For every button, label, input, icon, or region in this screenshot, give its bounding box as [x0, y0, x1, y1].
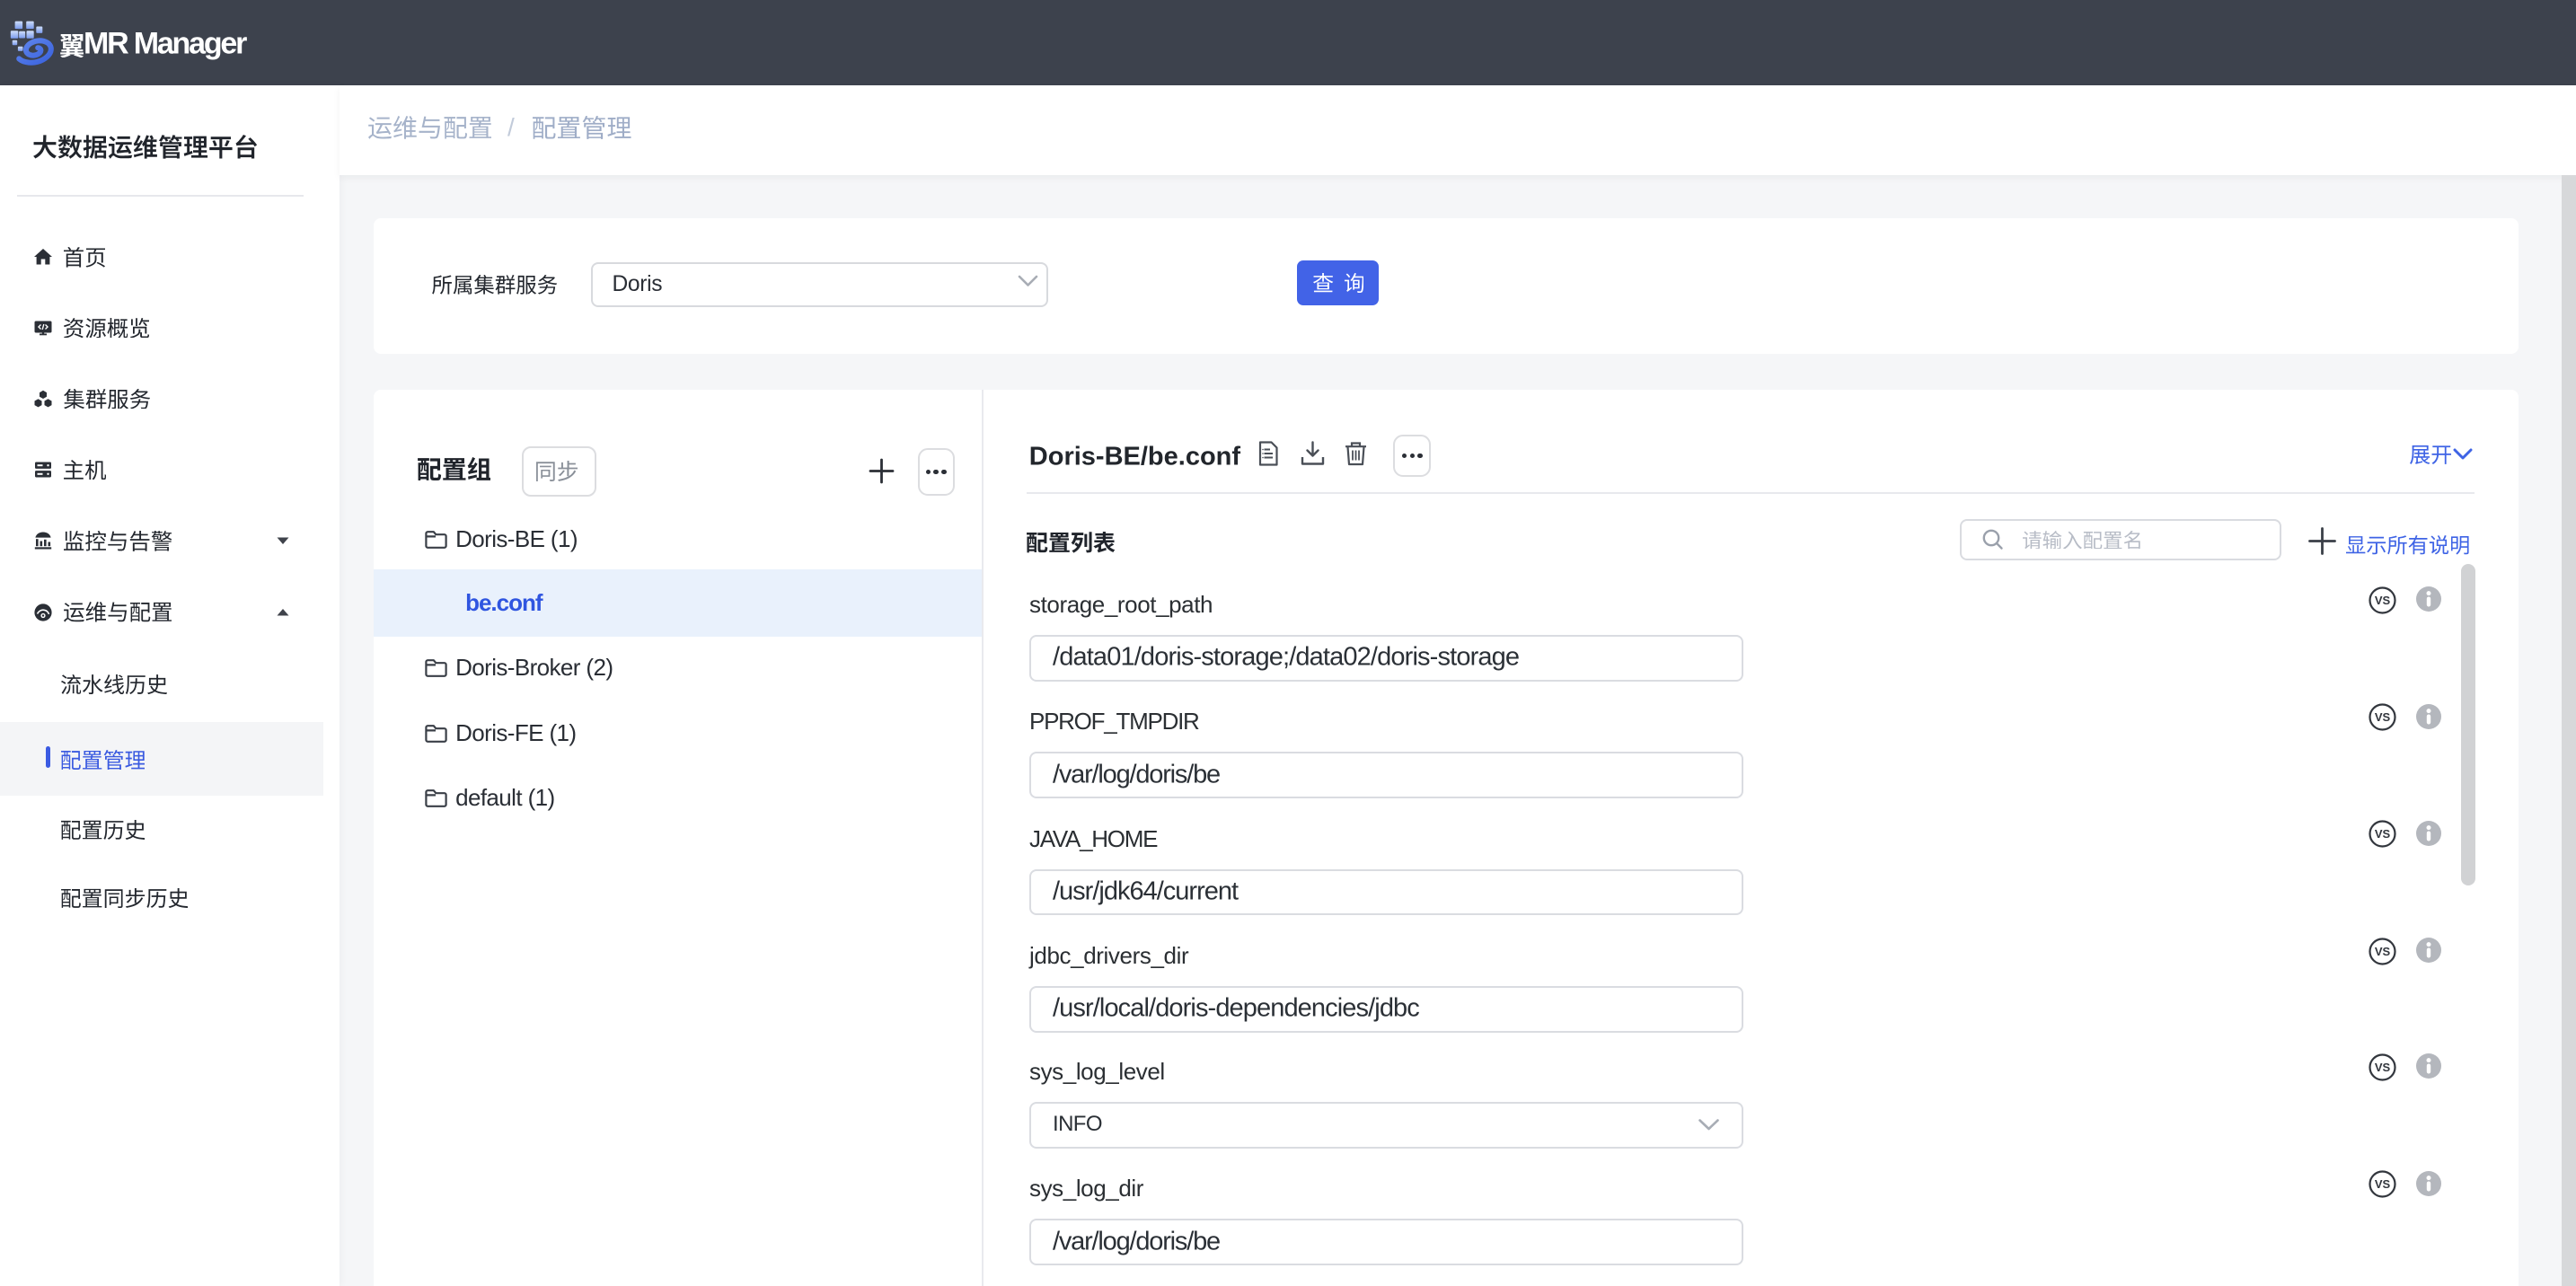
- svg-text:VS: VS: [2374, 827, 2390, 841]
- svg-text:VS: VS: [2374, 594, 2390, 607]
- svg-text:VS: VS: [2374, 710, 2390, 724]
- svg-text:VS: VS: [2374, 1177, 2390, 1191]
- svg-text:VS: VS: [2374, 945, 2390, 958]
- svg-text:VS: VS: [2374, 1061, 2390, 1074]
